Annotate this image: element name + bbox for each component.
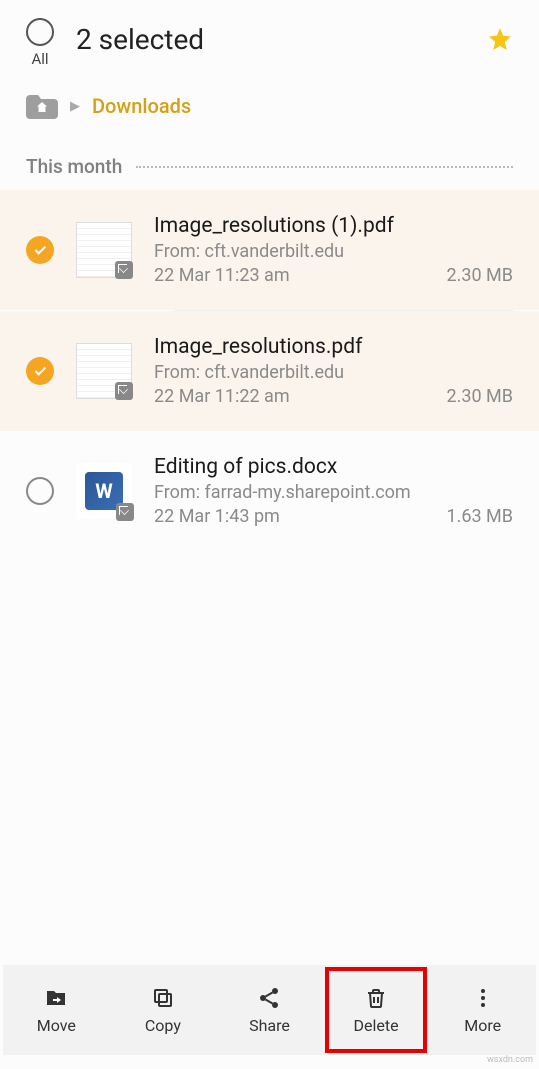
file-name: Image_resolutions (1).pdf: [154, 214, 513, 238]
file-thumbnail: [76, 222, 132, 278]
copy-icon: [151, 986, 175, 1010]
checkbox-unchecked-icon[interactable]: [26, 477, 54, 505]
expand-badge-icon: [116, 503, 134, 521]
file-name: Editing of pics.docx: [154, 455, 513, 479]
expand-badge-icon: [115, 261, 133, 279]
file-size: 1.63 MB: [447, 506, 514, 527]
page-title: 2 selected: [76, 23, 487, 56]
more-icon: [471, 986, 495, 1010]
move-label: Move: [37, 1016, 76, 1035]
checkbox-checked-icon[interactable]: [26, 357, 54, 385]
more-button[interactable]: More: [429, 965, 536, 1055]
delete-label: Delete: [354, 1016, 399, 1035]
section-divider: [136, 166, 513, 168]
bottom-action-bar: Move Copy Share Delete More: [3, 965, 536, 1055]
copy-label: Copy: [145, 1016, 181, 1035]
delete-button[interactable]: Delete: [323, 965, 430, 1055]
file-row[interactable]: W Editing of pics.docx From: farrad-my.s…: [0, 431, 539, 551]
select-all-circle-icon: [26, 18, 54, 46]
file-thumbnail: [76, 343, 132, 399]
file-date: 22 Mar 11:22 am: [154, 386, 290, 407]
breadcrumb: ▶ Downloads: [0, 68, 539, 137]
breadcrumb-current[interactable]: Downloads: [92, 94, 191, 118]
file-source: From: farrad-my.sharepoint.com: [154, 482, 513, 503]
trash-icon: [364, 986, 388, 1010]
file-row[interactable]: Image_resolutions (1).pdf From: cft.vand…: [0, 190, 539, 310]
file-size: 2.30 MB: [447, 265, 514, 286]
share-icon: [257, 986, 281, 1010]
file-source: From: cft.vanderbilt.edu: [154, 362, 513, 383]
copy-button[interactable]: Copy: [110, 965, 217, 1055]
star-icon[interactable]: [487, 26, 513, 52]
file-name: Image_resolutions.pdf: [154, 335, 513, 359]
move-icon: [44, 986, 68, 1010]
section-title: This month: [26, 155, 122, 178]
home-folder-icon[interactable]: [26, 93, 58, 119]
file-thumbnail: W: [76, 463, 132, 519]
expand-badge-icon: [115, 382, 133, 400]
file-date: 22 Mar 11:23 am: [154, 265, 290, 286]
file-row[interactable]: Image_resolutions.pdf From: cft.vanderbi…: [0, 311, 539, 431]
share-button[interactable]: Share: [216, 965, 323, 1055]
move-button[interactable]: Move: [3, 965, 110, 1055]
file-size: 2.30 MB: [447, 386, 514, 407]
more-label: More: [464, 1016, 501, 1035]
share-label: Share: [249, 1016, 290, 1035]
select-all-label: All: [31, 50, 48, 68]
watermark: wsxdn.com: [487, 1055, 533, 1065]
file-date: 22 Mar 1:43 pm: [154, 506, 280, 527]
checkbox-checked-icon[interactable]: [26, 236, 54, 264]
file-source: From: cft.vanderbilt.edu: [154, 241, 513, 262]
chevron-right-icon: ▶: [70, 99, 80, 114]
select-all-toggle[interactable]: All: [26, 18, 54, 68]
